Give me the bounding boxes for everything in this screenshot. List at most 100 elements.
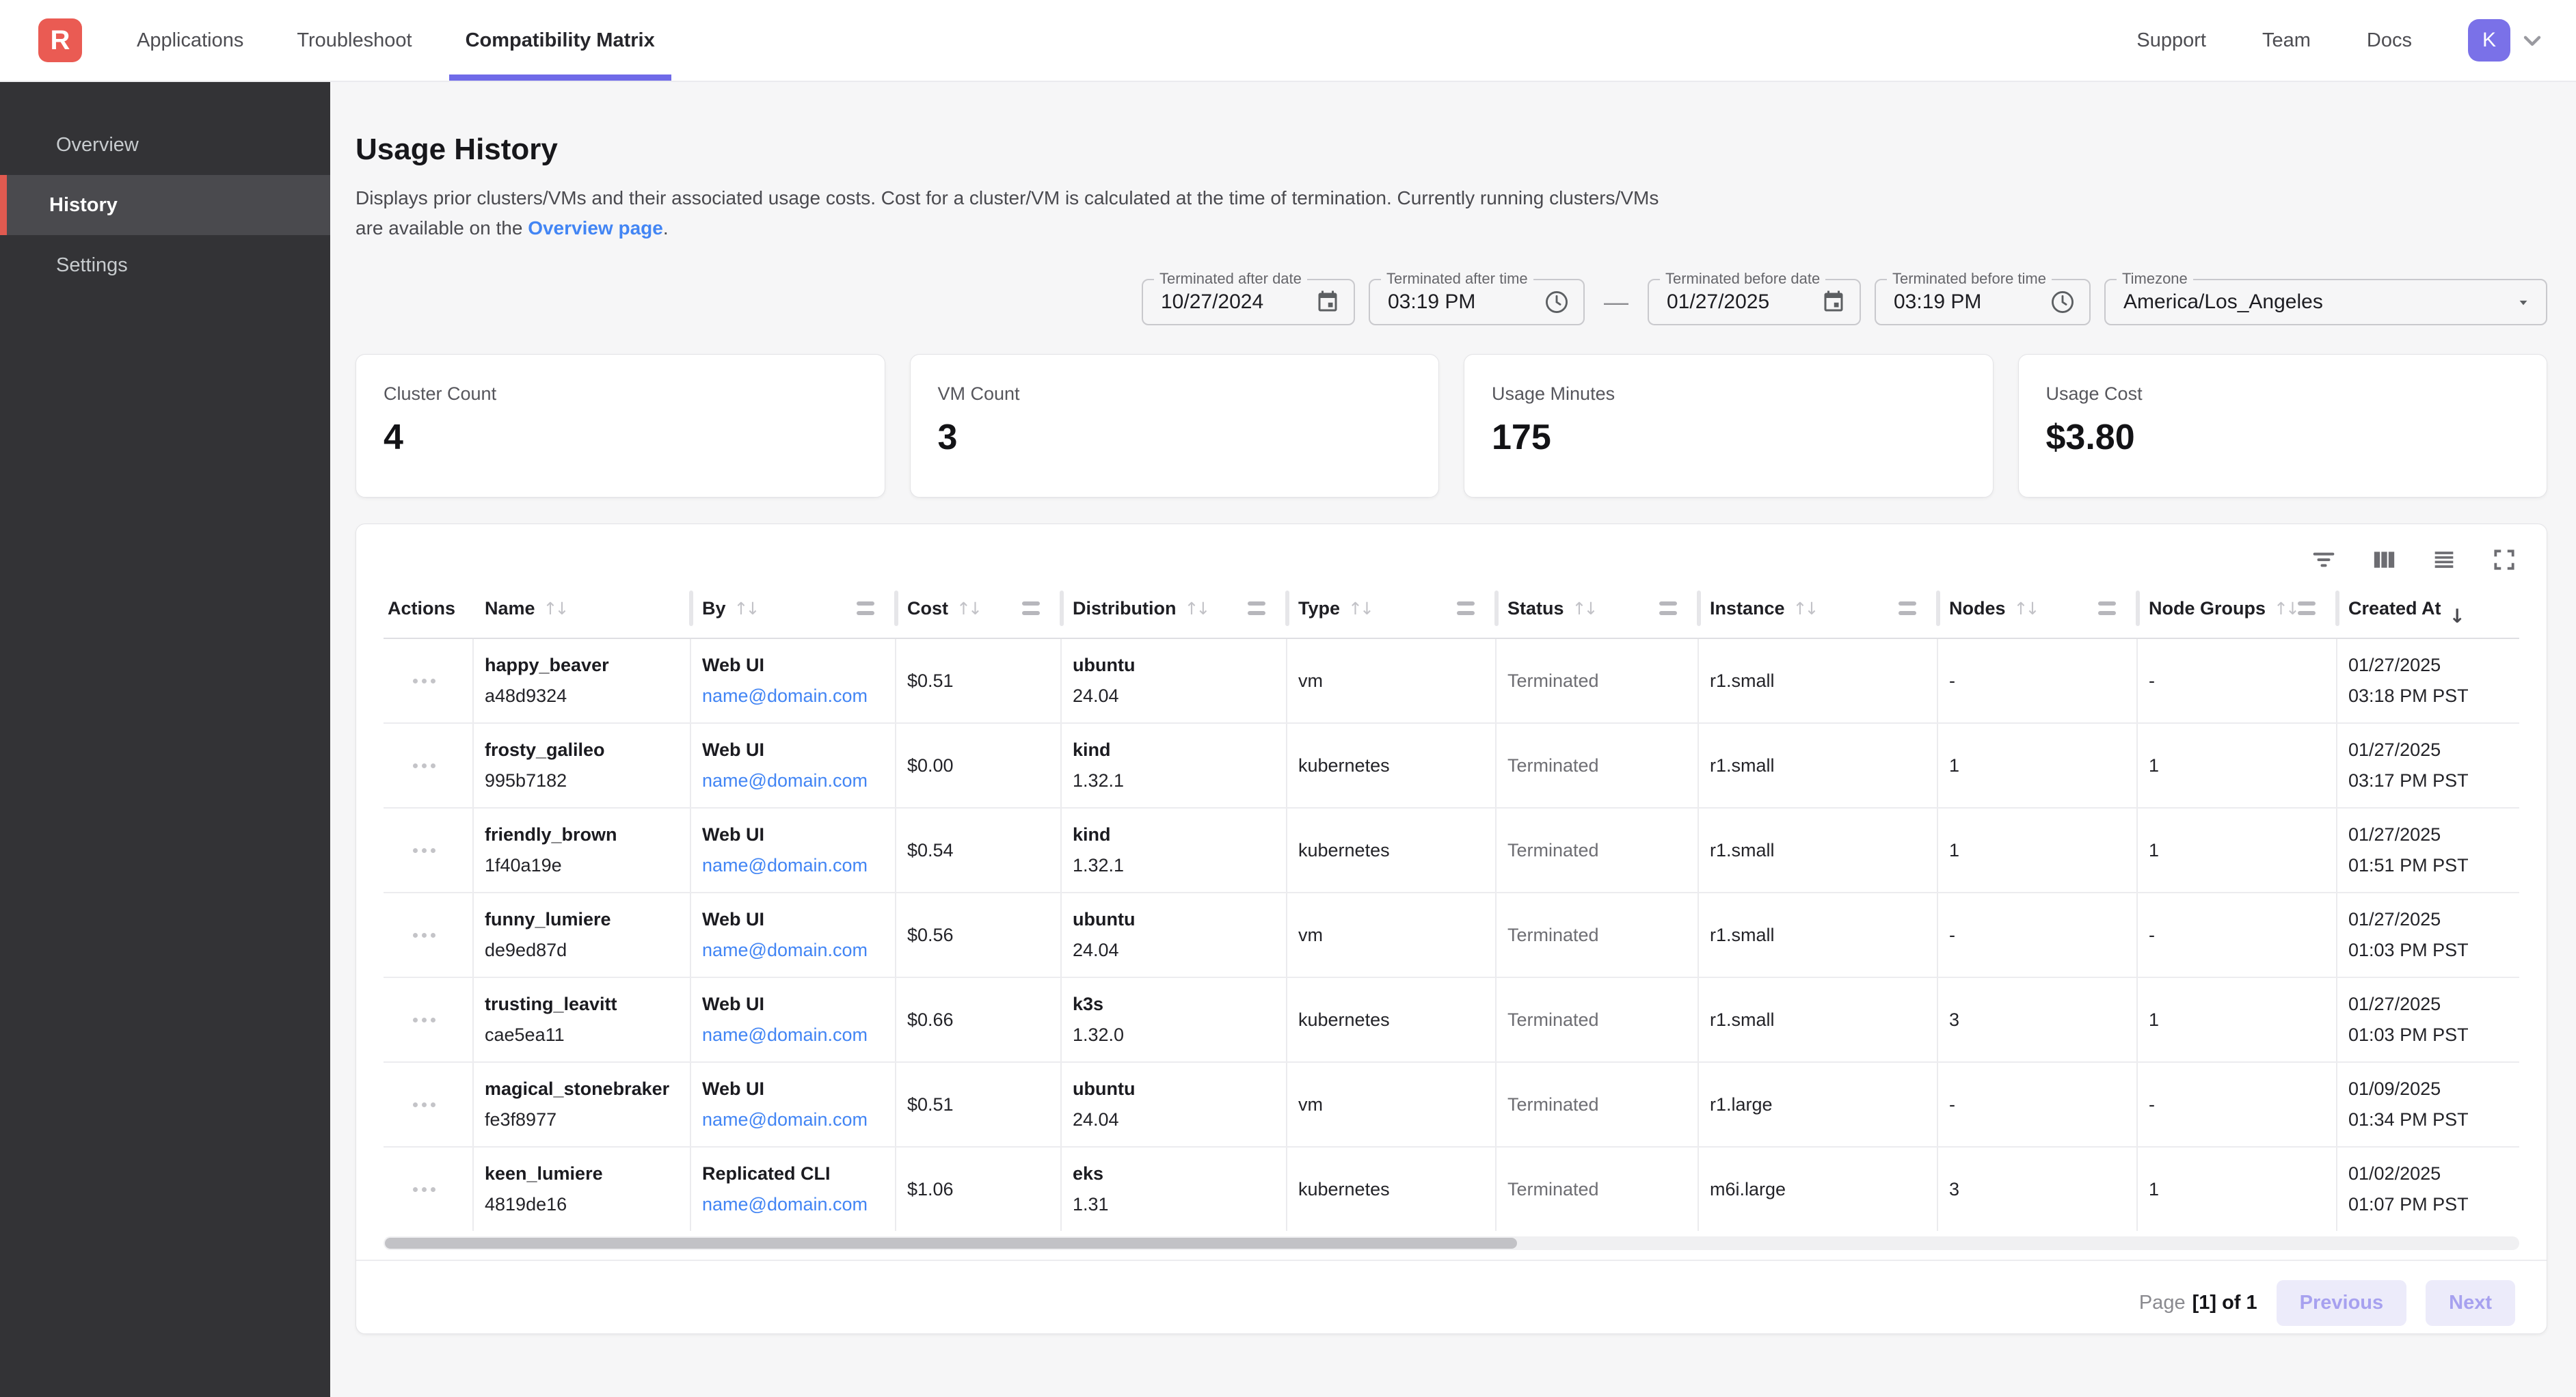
table-row: trusting_leavittcae5ea11Web UIname@domai… bbox=[384, 977, 2519, 1061]
stat-value: 175 bbox=[1492, 417, 1965, 458]
column-drag-handle[interactable] bbox=[1457, 601, 1475, 615]
row-actions-button[interactable] bbox=[406, 757, 442, 775]
column-drag-handle[interactable] bbox=[2098, 601, 2116, 615]
cluster-id: fe3f8977 bbox=[485, 1109, 682, 1130]
horizontal-scrollbar[interactable] bbox=[384, 1236, 2519, 1250]
tab-troubleshoot[interactable]: Troubleshoot bbox=[297, 0, 412, 81]
row-actions-button[interactable] bbox=[406, 841, 442, 860]
column-header-by[interactable]: By↑↓ bbox=[691, 579, 896, 638]
clock-icon[interactable] bbox=[1544, 289, 1570, 315]
sidebar-item-settings[interactable]: Settings bbox=[0, 235, 330, 295]
cell-actions bbox=[384, 724, 474, 807]
nodes-value: 3 bbox=[1949, 1179, 2128, 1200]
filter-icon[interactable] bbox=[2309, 545, 2339, 575]
table-row: friendly_brown1f40a19e Web UI name@domain.… bbox=[384, 807, 2519, 892]
clock-icon[interactable] bbox=[2050, 289, 2076, 315]
chevron-down-icon[interactable] bbox=[2519, 27, 2546, 54]
column-drag-handle[interactable] bbox=[857, 601, 874, 615]
column-drag-handle[interactable] bbox=[1022, 601, 1040, 615]
user-menu[interactable]: K bbox=[2468, 19, 2546, 62]
column-label: Type bbox=[1298, 598, 1340, 619]
column-header-distribution[interactable]: Distribution↑↓ bbox=[1062, 579, 1287, 638]
sidebar-item-overview[interactable]: Overview bbox=[0, 115, 330, 175]
column-header-nodes[interactable]: Nodes ↑↓ bbox=[1938, 579, 2138, 638]
stat-label: VM Count bbox=[938, 383, 1412, 405]
previous-page-button[interactable]: Previous bbox=[2277, 1280, 2407, 1326]
fullscreen-icon[interactable] bbox=[2489, 545, 2519, 575]
primary-nav: Applications Troubleshoot Compatibility Ma… bbox=[137, 0, 655, 81]
cost-value: $0.56 bbox=[907, 925, 1052, 946]
cell-by: Web UIname@domain.com bbox=[691, 978, 896, 1061]
column-header-cost[interactable]: Cost↑↓ bbox=[896, 579, 1062, 638]
row-user-email[interactable]: name@domain.com bbox=[702, 686, 887, 707]
row-user-email[interactable]: name@domain.com bbox=[702, 1194, 887, 1215]
overview-page-link[interactable]: Overview page bbox=[528, 217, 663, 239]
column-drag-handle[interactable] bbox=[2298, 601, 2316, 615]
dropdown-caret-icon[interactable] bbox=[2514, 293, 2532, 311]
scrollbar-thumb[interactable] bbox=[385, 1238, 1517, 1249]
tab-applications[interactable]: Applications bbox=[137, 0, 243, 81]
row-user-email[interactable]: name@domain.com bbox=[702, 940, 887, 961]
row-actions-button[interactable] bbox=[406, 1011, 442, 1029]
column-header-created-at[interactable]: Created At↓ bbox=[2337, 579, 2521, 638]
nav-link-team[interactable]: Team bbox=[2262, 29, 2311, 52]
column-header-type[interactable]: Type↑↓ bbox=[1287, 579, 1497, 638]
created-date: 01/27/2025 bbox=[2348, 655, 2512, 676]
column-drag-handle[interactable] bbox=[1248, 601, 1265, 615]
row-user-email[interactable]: name@domain.com bbox=[702, 1025, 887, 1046]
row-actions-button[interactable] bbox=[406, 1096, 442, 1114]
column-header-instance[interactable]: Instance↑↓ bbox=[1699, 579, 1938, 638]
column-label: Nodes bbox=[1949, 598, 2006, 619]
cluster-id: 995b7182 bbox=[485, 770, 682, 791]
terminated-before-time-field[interactable]: Terminated before time 03:19 PM bbox=[1875, 279, 2091, 325]
created-by-source: Web UI bbox=[702, 824, 887, 845]
column-header-node-groups[interactable]: Node Groups↑↓ bbox=[2138, 579, 2337, 638]
field-value: 10/27/2024 bbox=[1161, 290, 1300, 314]
cell-actions bbox=[384, 978, 474, 1061]
distribution-version: 24.04 bbox=[1073, 940, 1278, 961]
status-badge: Terminated bbox=[1507, 1094, 1689, 1115]
created-time: 01:03 PM PST bbox=[2348, 1025, 2512, 1046]
node-groups-value: 1 bbox=[2149, 1179, 2328, 1200]
row-user-email[interactable]: name@domain.com bbox=[702, 770, 887, 791]
column-drag-handle[interactable] bbox=[1659, 601, 1677, 615]
created-by-source: Web UI bbox=[702, 1079, 887, 1100]
calendar-icon[interactable] bbox=[1821, 290, 1846, 314]
nav-link-support[interactable]: Support bbox=[2136, 29, 2206, 52]
tab-compatibility-matrix[interactable]: Compatibility Matrix bbox=[466, 0, 655, 81]
replicated-logo[interactable]: R bbox=[38, 18, 82, 62]
distribution-name: kind bbox=[1073, 824, 1278, 845]
next-page-button[interactable]: Next bbox=[2426, 1280, 2515, 1326]
distribution-version: 1.32.1 bbox=[1073, 770, 1278, 791]
terminated-after-date-field[interactable]: Terminated after date 10/27/2024 bbox=[1142, 279, 1355, 325]
sort-arrows-icon: ↑↓ bbox=[2014, 599, 2037, 619]
column-drag-handle[interactable] bbox=[1899, 601, 1916, 615]
cluster-name: friendly_brown bbox=[485, 824, 682, 845]
density-icon[interactable] bbox=[2429, 545, 2459, 575]
cell-instance: r1.small bbox=[1699, 809, 1938, 892]
node-groups-value: - bbox=[2149, 670, 2328, 692]
sidebar-item-history[interactable]: History bbox=[0, 175, 330, 235]
columns-icon[interactable] bbox=[2369, 545, 2399, 575]
column-label: By bbox=[702, 598, 726, 619]
row-user-email[interactable]: name@domain.com bbox=[702, 1109, 887, 1130]
row-user-email[interactable]: name@domain.com bbox=[702, 855, 887, 876]
row-actions-button[interactable] bbox=[406, 1180, 442, 1199]
cell-nodes: - bbox=[1938, 893, 2138, 977]
table-toolbar bbox=[384, 545, 2519, 575]
cell-node-groups: - bbox=[2138, 639, 2337, 722]
timezone-select[interactable]: Timezone America/Los_Angeles bbox=[2104, 279, 2547, 325]
column-header-status[interactable]: Status↑↓ bbox=[1497, 579, 1699, 638]
column-label: Status bbox=[1507, 598, 1564, 619]
cell-name: friendly_brown1f40a19e bbox=[474, 809, 691, 892]
row-actions-button[interactable] bbox=[406, 926, 442, 945]
column-header-name[interactable]: Name↑↓ bbox=[474, 579, 691, 638]
avatar[interactable]: K bbox=[2468, 19, 2510, 62]
row-actions-button[interactable] bbox=[406, 672, 442, 690]
type-value: kubernetes bbox=[1298, 755, 1487, 776]
calendar-icon[interactable] bbox=[1315, 290, 1340, 314]
type-value: kubernetes bbox=[1298, 840, 1487, 861]
nav-link-docs[interactable]: Docs bbox=[2367, 29, 2412, 52]
terminated-after-time-field[interactable]: Terminated after time 03:19 PM bbox=[1369, 279, 1585, 325]
terminated-before-date-field[interactable]: Terminated before date 01/27/2025 bbox=[1648, 279, 1861, 325]
